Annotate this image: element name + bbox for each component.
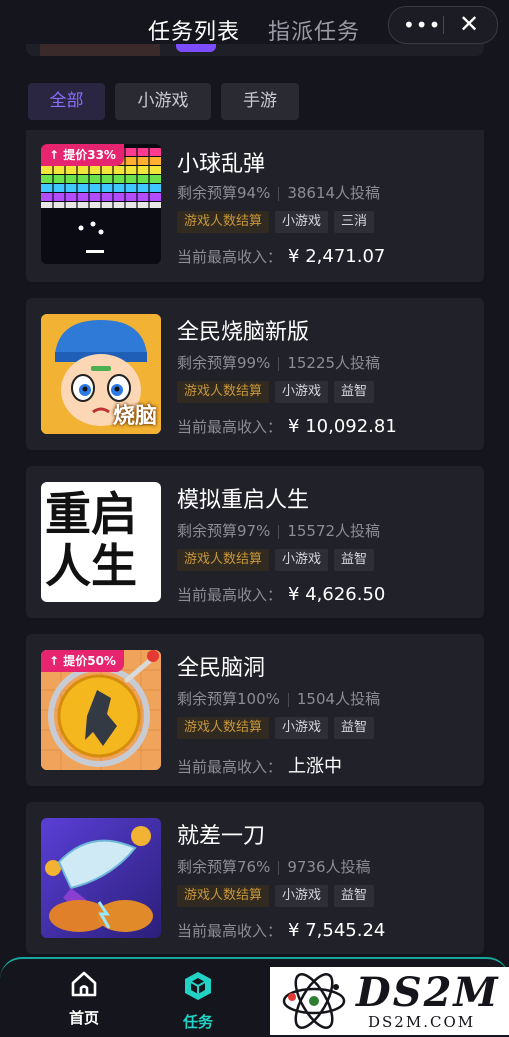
task-card[interactable]: ↑ 提价33% 小球乱弹 剩余预算94% 38614人投稿 游戏人数结算 小游戏 三消… — [26, 130, 484, 282]
task-title: 全民烧脑新版 — [177, 320, 310, 345]
tag-category: 小游戏 — [275, 717, 329, 739]
watermark-title: DS2M — [356, 969, 500, 1016]
task-card[interactable]: ↑ 提价50% 全民脑洞 剩余预算100% 1504人投稿 游戏人数结算 小游戏 益智… — [26, 634, 484, 786]
watermark-logo: DS2M DS2M.COM — [270, 967, 509, 1035]
previous-card-pill — [176, 44, 216, 52]
meta-divider — [278, 524, 280, 539]
income-label: 当前最高收入： — [177, 922, 283, 940]
task-thumbnail: 重启 人生 — [41, 482, 161, 602]
filter-mobile-games[interactable]: 手游 — [221, 83, 299, 120]
task-thumbnail: 烧脑 — [41, 314, 161, 434]
filter-mini-games[interactable]: 小游戏 — [115, 83, 211, 120]
income-value: ¥ 4,626.50 — [288, 584, 386, 605]
previous-card-thumbnail — [40, 44, 160, 56]
tag-settlement: 游戏人数结算 — [177, 885, 270, 907]
meta-divider — [278, 186, 280, 201]
task-thumbnail: ↑ 提价50% — [41, 650, 161, 770]
tab-assigned-tasks[interactable]: 指派任务 — [268, 14, 360, 46]
remaining-budget: 剩余预算100% — [177, 690, 280, 708]
home-icon — [71, 971, 97, 997]
tag-category: 小游戏 — [275, 549, 329, 571]
tab-task-list[interactable]: 任务列表 — [148, 14, 240, 46]
submission-count: 15572人投稿 — [287, 522, 381, 540]
income-label: 当前最高收入： — [177, 248, 283, 266]
thumbnail-caption-line1: 重启 — [45, 487, 137, 541]
task-title: 就差一刀 — [177, 824, 266, 849]
task-meta: 剩余预算100% 1504人投稿 — [177, 688, 380, 709]
income-value: ¥ 2,471.07 — [288, 246, 386, 267]
filter-all[interactable]: 全部 — [28, 83, 105, 120]
meta-divider — [278, 356, 280, 371]
tag-category: 小游戏 — [275, 211, 329, 233]
task-title: 小球乱弹 — [177, 152, 266, 177]
remaining-budget: 剩余预算76% — [177, 858, 271, 876]
max-income: 当前最高收入： ¥ 7,545.24 — [177, 920, 385, 941]
remaining-budget: 剩余预算94% — [177, 184, 271, 202]
knife-game-thumbnail — [41, 818, 161, 938]
atom-logo-icon — [282, 973, 346, 1029]
nav-tasks-label: 任务 — [182, 1013, 213, 1031]
watermark-subtitle: DS2M.COM — [368, 1013, 476, 1031]
tag-settlement: 游戏人数结算 — [177, 549, 270, 571]
task-tags: 游戏人数结算 小游戏 益智 — [177, 884, 380, 908]
previous-card-edge — [26, 44, 484, 56]
tag-genre: 益智 — [334, 885, 375, 907]
task-card[interactable]: 就差一刀 剩余预算76% 9736人投稿 游戏人数结算 小游戏 益智 当前最高收入： ¥… — [26, 802, 484, 954]
task-meta: 剩余预算97% 15572人投稿 — [177, 520, 380, 541]
capsule-divider — [443, 16, 444, 34]
income-label: 当前最高收入： — [177, 758, 283, 776]
meta-divider — [278, 860, 280, 875]
mini-program-capsule: ••• ✕ — [388, 6, 498, 44]
tag-genre: 三消 — [334, 211, 375, 233]
max-income: 当前最高收入： 上涨中 — [177, 752, 342, 778]
task-thumbnail: ↑ 提价33% — [41, 144, 161, 264]
task-tags: 游戏人数结算 小游戏 益智 — [177, 380, 380, 404]
task-card[interactable]: 烧脑 全民烧脑新版 剩余预算99% 15225人投稿 游戏人数结算 小游戏 益智 当前… — [26, 298, 484, 450]
thumbnail-caption: 烧脑 — [112, 404, 157, 429]
max-income: 当前最高收入： ¥ 2,471.07 — [177, 246, 385, 267]
income-value: ¥ 10,092.81 — [288, 416, 397, 437]
income-label: 当前最高收入： — [177, 418, 283, 436]
remaining-budget: 剩余预算97% — [177, 522, 271, 540]
max-income: 当前最高收入： ¥ 10,092.81 — [177, 416, 397, 437]
nav-tasks[interactable]: 任务 — [168, 969, 228, 1032]
price-raise-badge: ↑ 提价50% — [41, 650, 124, 672]
task-thumbnail — [41, 818, 161, 938]
tag-settlement: 游戏人数结算 — [177, 381, 270, 403]
task-cube-icon — [185, 972, 211, 1000]
task-card[interactable]: 重启 人生 模拟重启人生 剩余预算97% 15572人投稿 游戏人数结算 小游戏 益智… — [26, 466, 484, 618]
task-tags: 游戏人数结算 小游戏 益智 — [177, 716, 380, 740]
submission-count: 15225人投稿 — [287, 354, 381, 372]
task-meta: 剩余预算99% 15225人投稿 — [177, 352, 380, 373]
submission-count: 1504人投稿 — [296, 690, 381, 708]
remaining-budget: 剩余预算99% — [177, 354, 271, 372]
task-tags: 游戏人数结算 小游戏 益智 — [177, 548, 380, 572]
tag-settlement: 游戏人数结算 — [177, 717, 270, 739]
task-title: 全民脑洞 — [177, 656, 266, 681]
task-meta: 剩余预算76% 9736人投稿 — [177, 856, 371, 877]
task-tags: 游戏人数结算 小游戏 三消 — [177, 210, 380, 234]
max-income: 当前最高收入： ¥ 4,626.50 — [177, 584, 385, 605]
meta-divider — [287, 692, 289, 707]
tag-genre: 益智 — [334, 381, 375, 403]
income-value: ¥ 7,545.24 — [288, 920, 386, 941]
income-value: 上涨中 — [288, 756, 343, 777]
thumbnail-caption-line2: 人生 — [45, 539, 137, 593]
price-raise-badge: ↑ 提价33% — [41, 144, 124, 166]
submission-count: 9736人投稿 — [287, 858, 371, 876]
nav-home-label: 首页 — [68, 1009, 99, 1027]
nav-home[interactable]: 首页 — [54, 969, 114, 1028]
tag-category: 小游戏 — [275, 885, 329, 907]
tag-settlement: 游戏人数结算 — [177, 211, 270, 233]
task-title: 模拟重启人生 — [177, 488, 310, 513]
close-icon[interactable]: ✕ — [459, 10, 479, 38]
submission-count: 38614人投稿 — [287, 184, 381, 202]
tag-category: 小游戏 — [275, 381, 329, 403]
tag-genre: 益智 — [334, 549, 375, 571]
task-meta: 剩余预算94% 38614人投稿 — [177, 182, 380, 203]
more-dots-icon[interactable]: ••• — [403, 13, 441, 37]
income-label: 当前最高收入： — [177, 586, 283, 604]
tag-genre: 益智 — [334, 717, 375, 739]
